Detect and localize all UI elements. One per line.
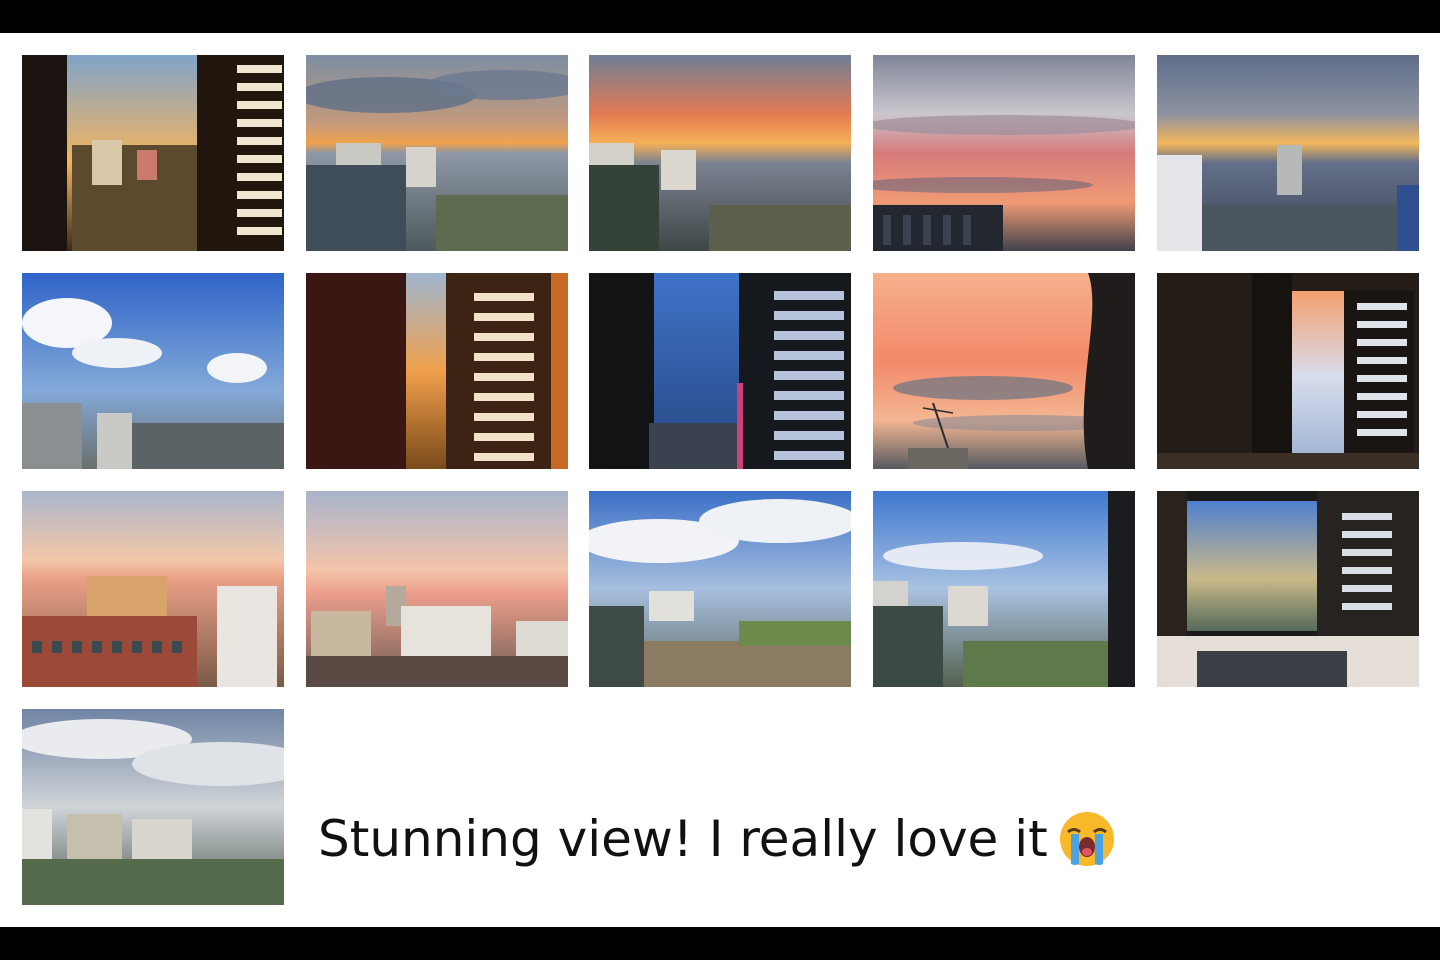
photo-peach-sky-crane[interactable] [873,273,1135,469]
photo-golden-sunset-skyline[interactable] [1157,55,1419,251]
photo-pastel-sunrise-buildings[interactable] [22,491,284,687]
photo-pink-sunset-clouds[interactable] [873,55,1135,251]
photo-desk-window-view[interactable] [1157,491,1419,687]
photo-dark-room-window-image [1157,273,1419,469]
photo-overcast-skyline[interactable] [22,709,284,905]
photo-curtain-window-sunset-image [306,273,568,469]
photo-dark-room-window[interactable] [1157,273,1419,469]
photo-pastel-sunrise-buildings-image [22,491,284,687]
photo-daylight-rooftops[interactable] [589,491,851,687]
caption: Stunning view! I really love it [318,806,1116,872]
photo-window-sunset-city[interactable] [22,55,284,251]
photo-daylight-rooftops-image [589,491,851,687]
photo-cloudy-sunset-skyline[interactable] [306,55,568,251]
photo-peach-sky-crane-image [873,273,1135,469]
loudly-crying-face-icon [1058,810,1116,868]
photo-daylight-skyline-window-image [873,491,1135,687]
canvas: Stunning view! I really love it [0,0,1440,960]
photo-daylight-skyline-window[interactable] [873,491,1135,687]
photo-cloudy-sunset-skyline-image [306,55,568,251]
photo-pastel-sunrise-city[interactable] [306,491,568,687]
photo-pink-sunset-clouds-image [873,55,1135,251]
photo-blue-sky-clouds-city-image [22,273,284,469]
photo-overcast-skyline-image [22,709,284,905]
photo-window-sunset-city-image [22,55,284,251]
photo-curtain-window-dusk-image [589,273,851,469]
photo-orange-sunset-skyline[interactable] [589,55,851,251]
photo-sheet: Stunning view! I really love it [0,33,1440,927]
photo-desk-window-view-image [1157,491,1419,687]
photo-blue-sky-clouds-city[interactable] [22,273,284,469]
photo-golden-sunset-skyline-image [1157,55,1419,251]
photo-pastel-sunrise-city-image [306,491,568,687]
caption-text: Stunning view! I really love it [318,810,1048,868]
photo-curtain-window-sunset[interactable] [306,273,568,469]
photo-orange-sunset-skyline-image [589,55,851,251]
photo-curtain-window-dusk[interactable] [589,273,851,469]
